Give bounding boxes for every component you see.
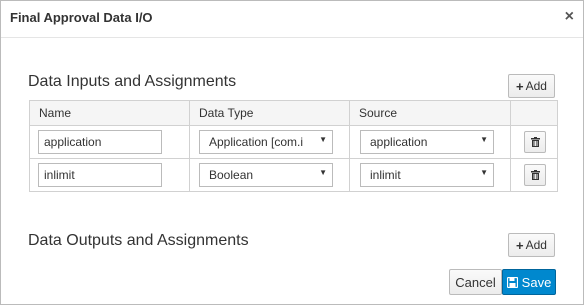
plus-icon: + — [516, 237, 524, 253]
delete-row-button[interactable] — [524, 131, 546, 153]
data-type-cell: Boolean ▼ — [189, 158, 350, 192]
inputs-table: Name Data Type Source application Applic… — [29, 100, 558, 192]
source-select[interactable]: application ▼ — [360, 130, 494, 154]
source-cell: application ▼ — [349, 125, 511, 159]
floppy-disk-icon — [506, 276, 518, 288]
column-header-name: Name — [29, 100, 190, 126]
table-row: inlimit Boolean ▼ inlimit ▼ — [29, 158, 558, 192]
actions-cell — [510, 158, 558, 192]
inputs-table-header: Name Data Type Source — [29, 100, 558, 126]
caret-down-icon: ▼ — [480, 168, 488, 177]
close-icon[interactable]: × — [565, 9, 574, 25]
outputs-section-title: Data Outputs and Assignments — [28, 232, 249, 249]
caret-down-icon: ▼ — [319, 168, 327, 177]
name-input[interactable]: application — [38, 130, 162, 154]
trash-icon — [530, 170, 540, 180]
table-row: application Application [com.i ▼ applica… — [29, 125, 558, 159]
plus-icon: + — [516, 78, 524, 94]
dialog-header: Final Approval Data I/O × — [1, 1, 583, 38]
caret-down-icon: ▼ — [319, 135, 327, 144]
add-output-label: Add — [525, 238, 547, 252]
data-type-select[interactable]: Boolean ▼ — [199, 163, 333, 187]
actions-cell — [510, 125, 558, 159]
column-header-actions — [510, 100, 558, 126]
cancel-button[interactable]: Cancel — [449, 269, 502, 295]
column-header-source: Source — [349, 100, 511, 126]
data-type-select[interactable]: Application [com.i ▼ — [199, 130, 333, 154]
delete-row-button[interactable] — [524, 164, 546, 186]
caret-down-icon: ▼ — [480, 135, 488, 144]
source-value: inlimit — [370, 168, 401, 182]
data-type-cell: Application [com.i ▼ — [189, 125, 350, 159]
source-select[interactable]: inlimit ▼ — [360, 163, 494, 187]
add-input-label: Add — [525, 79, 547, 93]
data-io-dialog: Final Approval Data I/O × Data Inputs an… — [0, 0, 584, 305]
save-label: Save — [521, 274, 552, 290]
data-type-value: Boolean — [209, 168, 254, 182]
trash-icon — [530, 137, 540, 147]
add-output-button[interactable]: + Add — [508, 233, 555, 257]
name-cell: inlimit — [29, 158, 190, 192]
source-value: application — [370, 135, 428, 149]
column-header-data-type: Data Type — [189, 100, 350, 126]
name-cell: application — [29, 125, 190, 159]
data-type-value: Application [com.i — [209, 135, 304, 149]
inputs-section-title: Data Inputs and Assignments — [28, 73, 237, 90]
dialog-title: Final Approval Data I/O — [10, 10, 153, 25]
save-button[interactable]: Save — [502, 269, 556, 295]
source-cell: inlimit ▼ — [349, 158, 511, 192]
name-input[interactable]: inlimit — [38, 163, 162, 187]
add-input-button[interactable]: + Add — [508, 74, 555, 98]
